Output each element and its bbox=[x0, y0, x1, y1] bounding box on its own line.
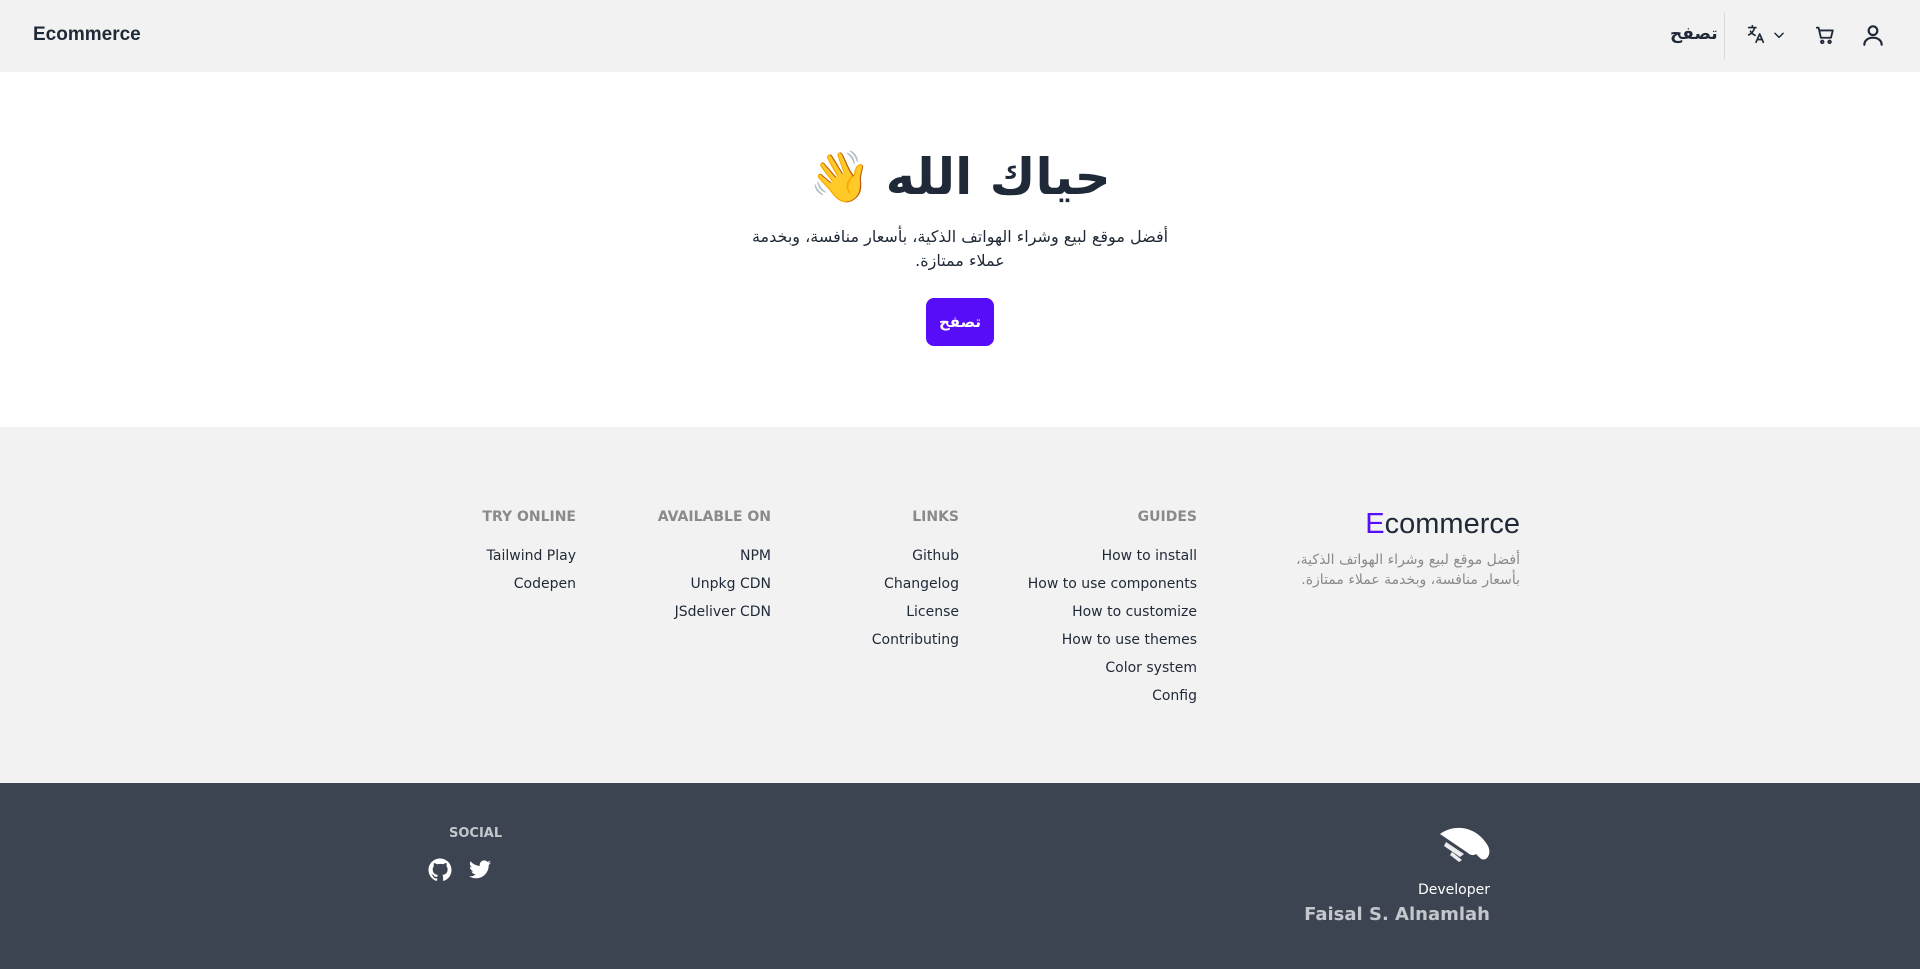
footer-link[interactable]: Contributing bbox=[872, 630, 959, 658]
footer-description: أفضل موقع لبيع وشراء الهواتف الذكية، بأس… bbox=[1296, 552, 1520, 588]
footer-link[interactable]: Changelog bbox=[872, 574, 959, 602]
footer-link[interactable]: Codepen bbox=[482, 574, 576, 602]
developer-logo-icon bbox=[1438, 826, 1492, 868]
footer-brand-rest: commerce bbox=[1384, 508, 1520, 540]
footer-brand-initial: E bbox=[1365, 508, 1385, 540]
nav-divider bbox=[1724, 13, 1725, 59]
footer-link[interactable]: How to use components bbox=[1028, 574, 1197, 602]
footer-column-available: AVAILABLE ON NPM Unpkg CDN JSdeliver CDN bbox=[658, 509, 771, 630]
footer-brand: Ecommerce bbox=[1365, 508, 1520, 541]
navbar-actions: تصفح bbox=[1620, 0, 1920, 72]
brand-logo-link[interactable]: Ecommerce bbox=[33, 24, 141, 46]
hero-title: حياك الله👋 bbox=[0, 148, 1920, 207]
hero-subtitle: أفضل موقع لبيع وشراء الهواتف الذكية، بأس… bbox=[751, 227, 1169, 270]
footer-link[interactable]: License bbox=[872, 602, 959, 630]
footer-link[interactable]: Unpkg CDN bbox=[658, 574, 771, 602]
footer-column-links: LINKS Github Changelog License Contribut… bbox=[872, 509, 959, 658]
github-icon[interactable] bbox=[428, 858, 452, 882]
social-title: SOCIAL bbox=[449, 826, 503, 841]
footer-link[interactable]: Tailwind Play bbox=[482, 546, 576, 574]
footer-column-guides: GUIDES How to install How to use compone… bbox=[1028, 509, 1197, 714]
top-navbar: Ecommerce تصفح bbox=[0, 0, 1920, 72]
waving-hand-icon: 👋 bbox=[809, 148, 872, 206]
hero-section: حياك الله👋 أفضل موقع لبيع وشراء الهواتف … bbox=[0, 72, 1920, 427]
developer-name: Faisal S. Alnamlah bbox=[1304, 904, 1490, 925]
footer-column-title: GUIDES bbox=[1137, 509, 1197, 525]
chevron-down-icon bbox=[1772, 27, 1786, 46]
footer-link[interactable]: NPM bbox=[658, 546, 771, 574]
footer-link[interactable]: Github bbox=[872, 546, 959, 574]
footer-link[interactable]: Config bbox=[1028, 686, 1197, 714]
footer-link[interactable]: How to customize bbox=[1028, 602, 1197, 630]
developer-label: Developer bbox=[1417, 882, 1490, 898]
footer-column-title: AVAILABLE ON bbox=[657, 509, 771, 525]
footer-column-title: LINKS bbox=[912, 509, 959, 525]
footer: Ecommerce أفضل موقع لبيع وشراء الهواتف ا… bbox=[0, 427, 1920, 783]
browse-link[interactable]: تصفح bbox=[1670, 24, 1718, 44]
bottom-footer: SOCIAL Developer Faisal S. Alnamlah bbox=[0, 783, 1920, 969]
footer-link[interactable]: How to use themes bbox=[1028, 630, 1197, 658]
translate-icon bbox=[1745, 23, 1767, 49]
cart-icon bbox=[1814, 26, 1836, 50]
footer-link[interactable]: JSdeliver CDN bbox=[658, 602, 771, 630]
twitter-icon[interactable] bbox=[468, 858, 492, 882]
footer-column-try-online: TRY ONLINE Tailwind Play Codepen bbox=[482, 509, 576, 602]
language-dropdown[interactable] bbox=[1745, 24, 1791, 48]
user-icon bbox=[1860, 25, 1886, 52]
cart-button[interactable] bbox=[1814, 24, 1838, 48]
footer-link[interactable]: How to install bbox=[1028, 546, 1197, 574]
footer-link[interactable]: Color system bbox=[1028, 658, 1197, 686]
hero-title-text: حياك الله bbox=[885, 148, 1111, 206]
footer-column-title: TRY ONLINE bbox=[482, 509, 576, 525]
browse-button[interactable]: تصفح bbox=[926, 298, 994, 346]
user-button[interactable] bbox=[1860, 22, 1886, 48]
social-links bbox=[428, 858, 492, 882]
